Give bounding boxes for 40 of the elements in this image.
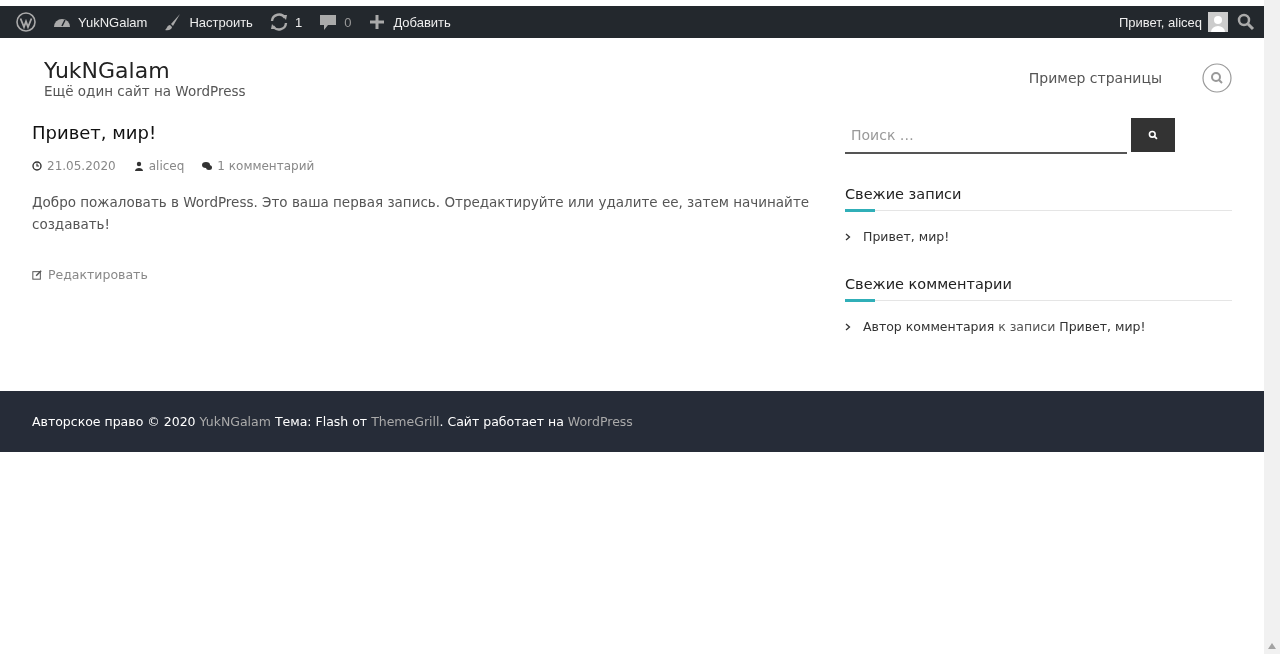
search-button[interactable] <box>1131 118 1175 152</box>
toolbar-item[interactable]: 1 <box>260 6 311 38</box>
title-underline <box>845 209 875 212</box>
nav-link[interactable]: Пример страницы <box>1028 70 1162 86</box>
link[interactable]: WordPress <box>567 414 633 429</box>
widget-title: Свежие комментарии <box>845 276 1232 301</box>
widget-entry: Автор комментария к записи Привет, мир! <box>863 319 1146 334</box>
speech-bubble-icon <box>318 12 339 32</box>
search-icon <box>1148 130 1158 140</box>
post-author[interactable]: aliceq <box>148 159 185 173</box>
chevron-right-icon <box>845 232 851 241</box>
toolbar-item[interactable]: 0 <box>310 6 360 38</box>
widget-title: Свежие записи <box>845 186 1232 211</box>
avatar-icon <box>1208 12 1228 32</box>
post-title[interactable]: Привет, мир! <box>32 122 817 143</box>
search-icon[interactable] <box>1236 12 1256 32</box>
site-title[interactable]: YukNGalam <box>44 57 1029 83</box>
post-content: Добро пожаловать в WordPress. Это ваша первая запись. Отредактируйте или удалите ее, затем начинайте создавать! <box>32 193 811 234</box>
edit-icon <box>32 269 42 280</box>
toolbar-item[interactable]: Настроить <box>155 6 261 38</box>
link[interactable]: Привет, мир! <box>863 229 950 244</box>
clock-icon <box>32 161 42 171</box>
footer-credits: Авторское право © 2020 YukNGalam Тема: Flash от ThemeGrill. Сайт работает на WordPress <box>32 414 633 429</box>
speech-bubbles-icon <box>202 161 213 171</box>
chevron-right-icon <box>845 322 851 331</box>
link[interactable]: Автор комментария <box>863 319 995 334</box>
account-menu[interactable]: Привет, aliceq <box>1110 6 1236 38</box>
link[interactable]: Привет, мир! <box>1059 319 1146 334</box>
edit-link[interactable]: Редактировать <box>48 267 148 282</box>
person-icon <box>133 161 144 171</box>
toolbar-item[interactable]: Добавить <box>359 6 459 38</box>
wordpress-logo-icon <box>16 12 36 32</box>
title-underline <box>845 299 875 302</box>
post-date[interactable]: 21.05.2020 <box>47 159 116 173</box>
comments-link[interactable]: 1 комментарий <box>217 159 315 173</box>
refresh-icon <box>268 12 289 32</box>
link[interactable]: YukNGalam <box>199 414 271 429</box>
toolbar-item[interactable]: YukNGalam <box>44 6 156 38</box>
site-tagline: Ещё один сайт на WordPress <box>44 82 247 99</box>
search-icon[interactable] <box>1202 63 1232 93</box>
